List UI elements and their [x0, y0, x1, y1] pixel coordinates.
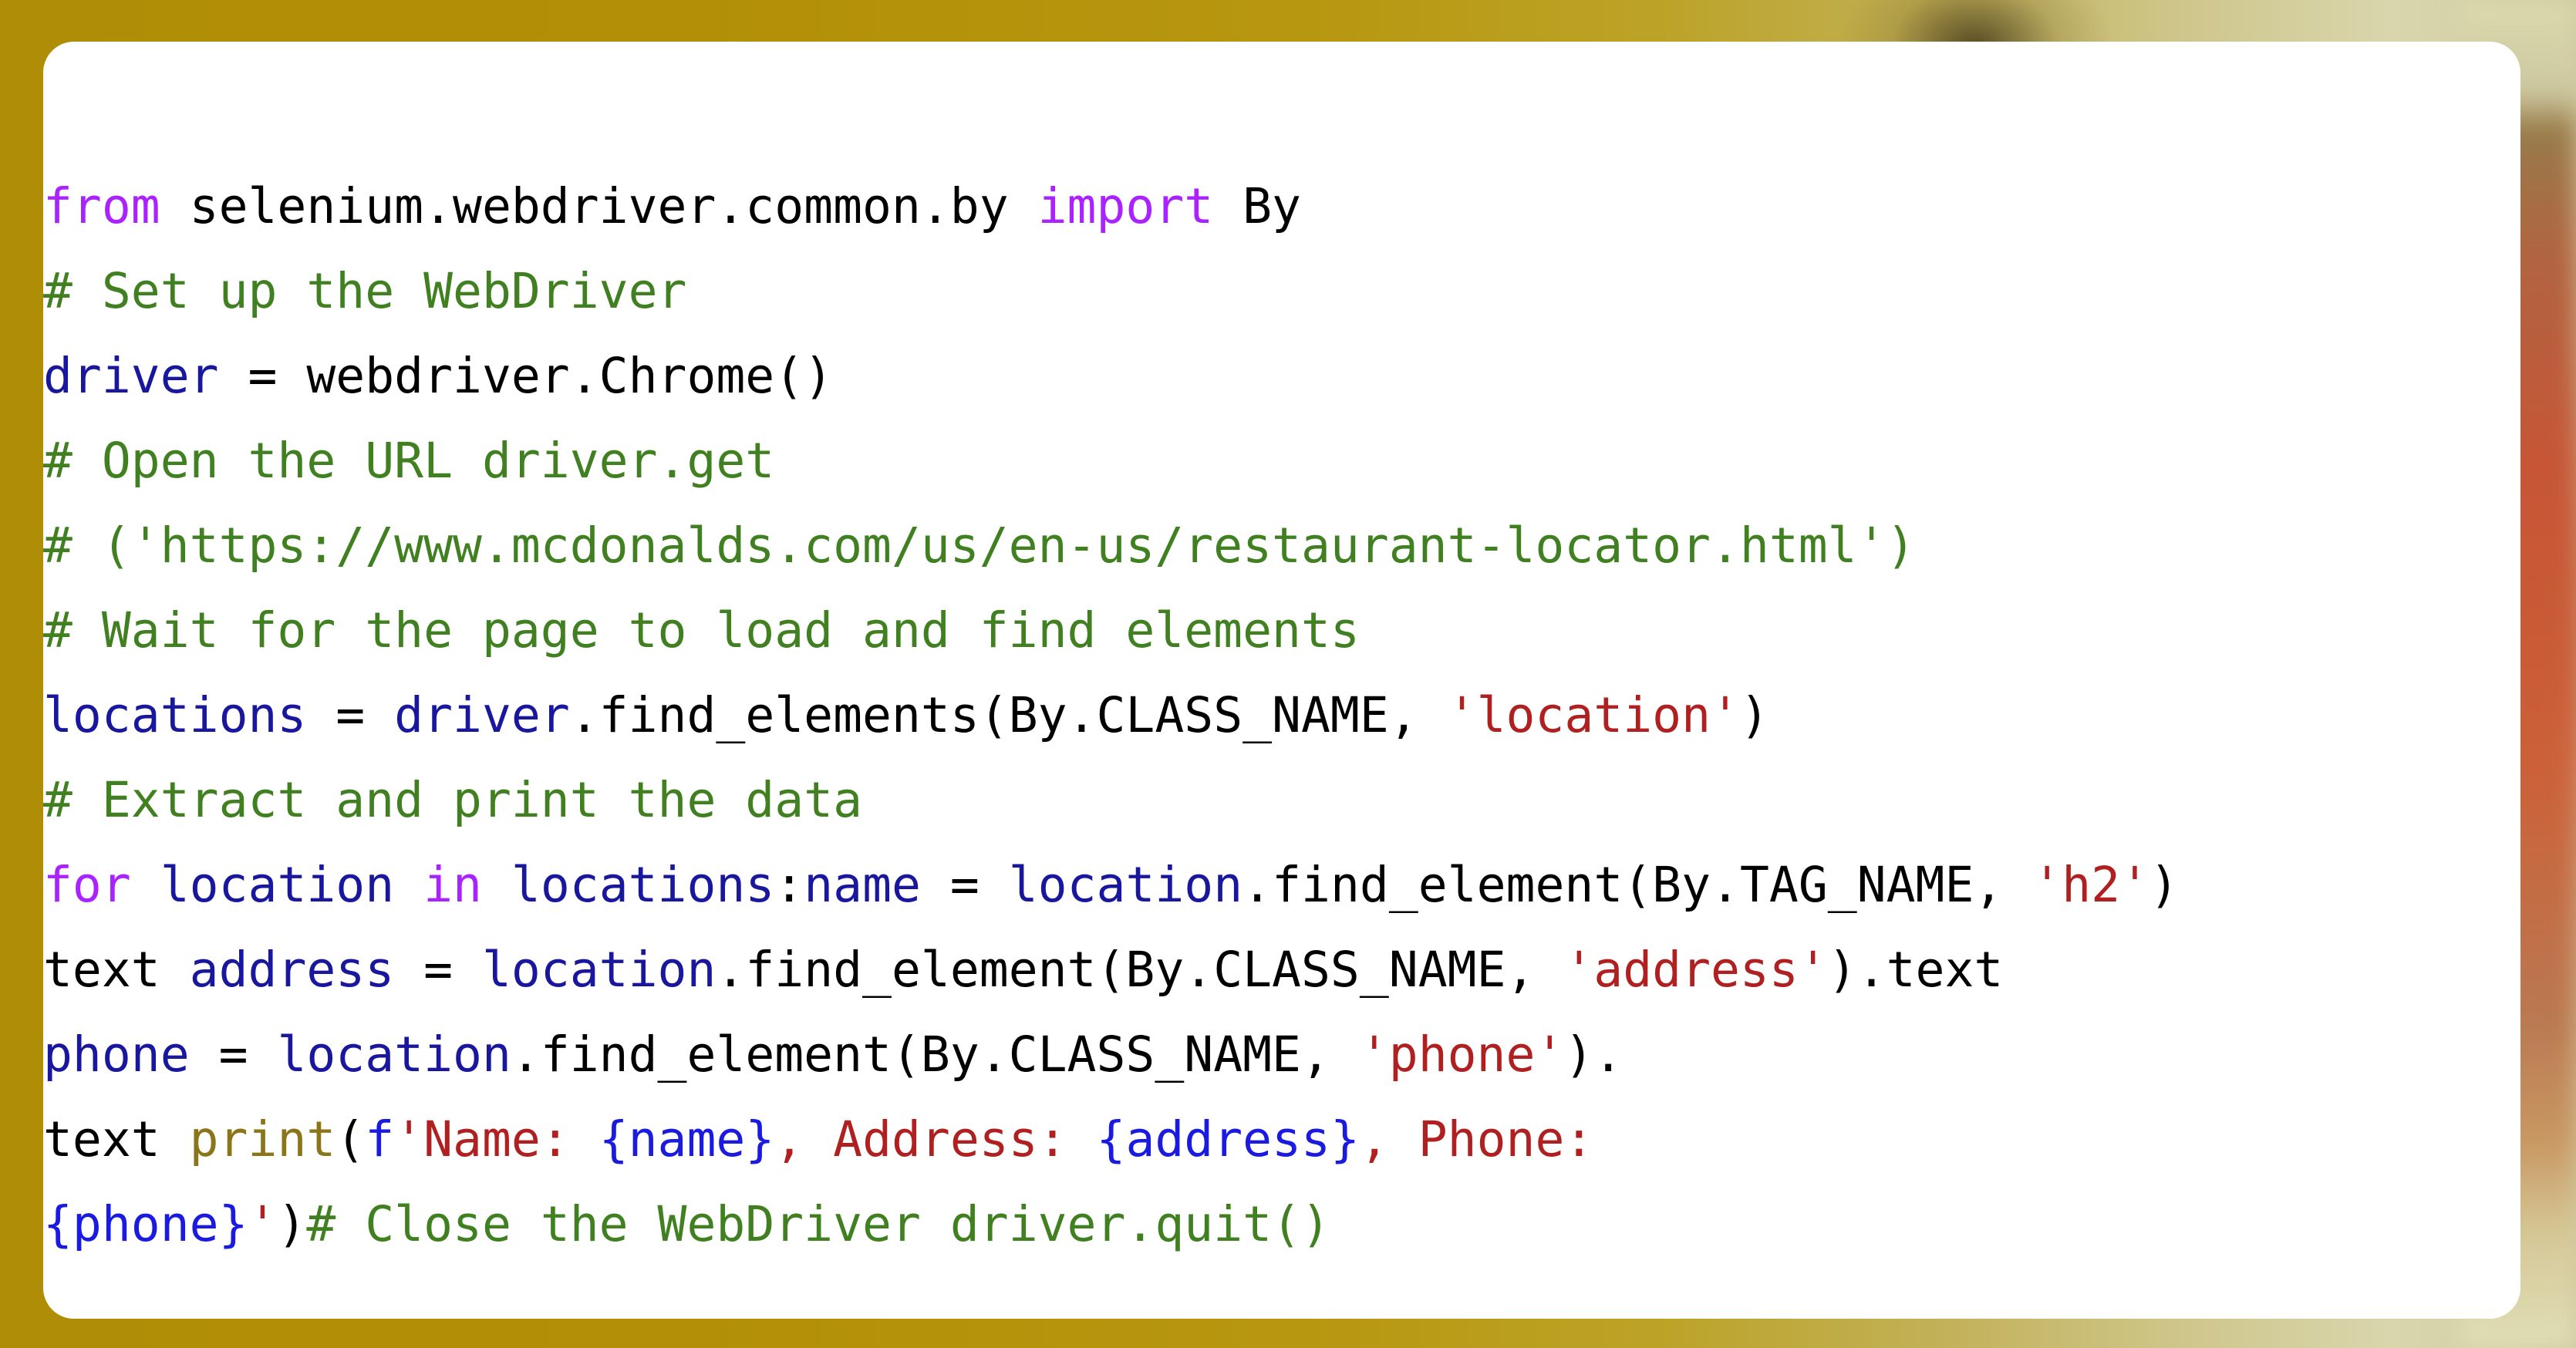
code-line: # Wait for the page to load and find ele…: [43, 588, 2576, 673]
code-token-plain: .find_element(By.CLASS_NAME,: [511, 1026, 1360, 1083]
code-token-comment: # ('https://www.mcdonalds.com/us/en-us/r…: [43, 517, 1916, 574]
code-line: # Extract and print the data: [43, 758, 2576, 843]
code-token-brace: f: [365, 1111, 395, 1168]
code-token-keyword: for: [43, 857, 131, 913]
code-token-keyword: import: [1037, 178, 1214, 234]
code-token-comment: # Open the URL driver.get: [43, 433, 775, 489]
code-token-variable: phone: [43, 1026, 190, 1083]
code-token-plain: ): [2149, 857, 2179, 913]
code-token-plain: = webdriver.Chrome(): [218, 348, 834, 404]
code-token-comment: # Close the WebDriver driver.quit(): [306, 1196, 1330, 1252]
code-token-brace: {name}: [598, 1111, 775, 1168]
code-token-plain: ).: [1564, 1026, 1623, 1083]
code-token-plain: ): [277, 1196, 307, 1252]
code-line: from selenium.webdriver.common.by import…: [43, 164, 2576, 249]
code-token-brace: {phone}: [43, 1196, 248, 1252]
code-token-string: 'h2': [2032, 857, 2149, 913]
code-token-plain: selenium.webdriver.common.by: [160, 178, 1038, 234]
code-token-plain: .find_element(By.TAG_NAME,: [1242, 857, 2033, 913]
code-token-plain: .find_elements(By.CLASS_NAME,: [569, 687, 1448, 743]
code-token-variable: location: [160, 857, 395, 913]
code-token-comment: # Set up the WebDriver: [43, 263, 687, 319]
code-token-variable: locations: [511, 857, 775, 913]
code-token-plain: text: [43, 1111, 190, 1168]
code-line: driver = webdriver.Chrome(): [43, 334, 2576, 419]
code-token-string: , Phone:: [1359, 1111, 1594, 1168]
code-line: locations = driver.find_elements(By.CLAS…: [43, 673, 2576, 758]
code-token-string: 'location': [1447, 687, 1740, 743]
code-line: text address = location.find_element(By.…: [43, 928, 2576, 1013]
code-token-variable: location: [277, 1026, 511, 1083]
code-token-variable: location: [1008, 857, 1243, 913]
code-token-plain: ).text: [1827, 942, 2004, 998]
code-token-comment: # Extract and print the data: [43, 772, 863, 828]
code-token-plain: =: [306, 687, 395, 743]
code-token-plain: =: [189, 1026, 278, 1083]
code-token-variable: address: [189, 942, 395, 998]
code-token-keyword: in: [423, 857, 482, 913]
code-line: {phone}')# Close the WebDriver driver.qu…: [43, 1182, 2576, 1267]
code-token-plain: =: [394, 942, 482, 998]
code-token-plain: (: [335, 1111, 366, 1168]
code-token-plain: .find_element(By.CLASS_NAME,: [716, 942, 1565, 998]
code-token-plain: By: [1213, 178, 1301, 234]
code-line: # Set up the WebDriver: [43, 249, 2576, 334]
code-token-string: 'address': [1564, 942, 1828, 998]
code-token-plain: text: [43, 942, 190, 998]
code-token-function: print: [189, 1111, 336, 1168]
code-token-string: , Address:: [774, 1111, 1097, 1168]
code-line: phone = location.find_element(By.CLASS_N…: [43, 1013, 2576, 1097]
code-line: # Open the URL driver.get: [43, 419, 2576, 504]
code-token-plain: ): [1739, 687, 1769, 743]
code-token-variable: location: [481, 942, 716, 998]
code-token-variable: driver: [394, 687, 570, 743]
code-token-keyword: from: [43, 178, 160, 234]
code-token-plain: :: [774, 857, 804, 913]
code-line: # ('https://www.mcdonalds.com/us/en-us/r…: [43, 504, 2576, 588]
code-token-variable: driver: [43, 348, 219, 404]
code-token-variable: locations: [43, 687, 307, 743]
code-token-variable: name: [804, 857, 921, 913]
code-token-string: 'phone': [1359, 1026, 1565, 1083]
code-block: from selenium.webdriver.common.by import…: [43, 164, 2576, 1267]
code-line: text print(f'Name: {name}, Address: {add…: [43, 1097, 2576, 1182]
code-token-brace: {address}: [1096, 1111, 1360, 1168]
code-token-comment: # Wait for the page to load and find ele…: [43, 602, 1360, 659]
code-token-string: 'Name:: [394, 1111, 599, 1168]
code-token-string: ': [248, 1196, 278, 1252]
code-line: for location in locations:name = locatio…: [43, 843, 2576, 928]
code-token-plain: =: [920, 857, 1009, 913]
